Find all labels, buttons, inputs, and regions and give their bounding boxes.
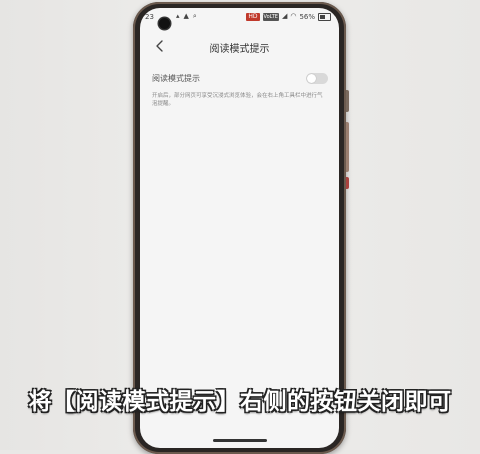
camera-cutout: [159, 18, 170, 29]
power-button: [346, 177, 349, 189]
status-time: 23: [145, 13, 154, 21]
side-button: [346, 122, 349, 172]
status-right-icons: HD VoLTE ◢ ◠ 56%: [246, 12, 331, 21]
volte-badge: VoLTE: [262, 12, 279, 21]
status-left-icons: ▴ ▲ ⌕: [176, 12, 197, 21]
battery-icon: [318, 12, 331, 21]
signal-icon: ◢: [281, 12, 288, 20]
page-title: 阅读模式提示: [209, 44, 270, 55]
caption-text: 将【阅读模式提示】右侧的按钮关闭即可: [28, 389, 452, 415]
reading-mode-toggle[interactable]: [306, 73, 328, 84]
status-bar: 23 ▴ ▲ ⌕ HD VoLTE ◢ ◠ 56%: [140, 8, 339, 29]
setting-label: 阅读模式提示: [152, 74, 200, 83]
setting-description: 开启后，部分网页可享受沉浸式浏览体验，会在右上角工具栏中进行气泡提醒。: [152, 93, 323, 107]
alert-icon: ▲: [183, 12, 189, 20]
wifi-icon: ◠: [290, 12, 297, 20]
volume-button: [346, 90, 349, 112]
setting-row-reading-mode: 阅读模式提示: [140, 66, 339, 90]
toggle-knob: [307, 74, 316, 83]
battery-percent: 56%: [299, 12, 315, 21]
page-header: 阅读模式提示: [140, 32, 339, 60]
home-indicator[interactable]: [213, 439, 267, 442]
search-icon: ⌕: [192, 12, 197, 20]
hd-badge: HD: [246, 12, 260, 21]
notification-icon: ▴: [176, 12, 180, 20]
